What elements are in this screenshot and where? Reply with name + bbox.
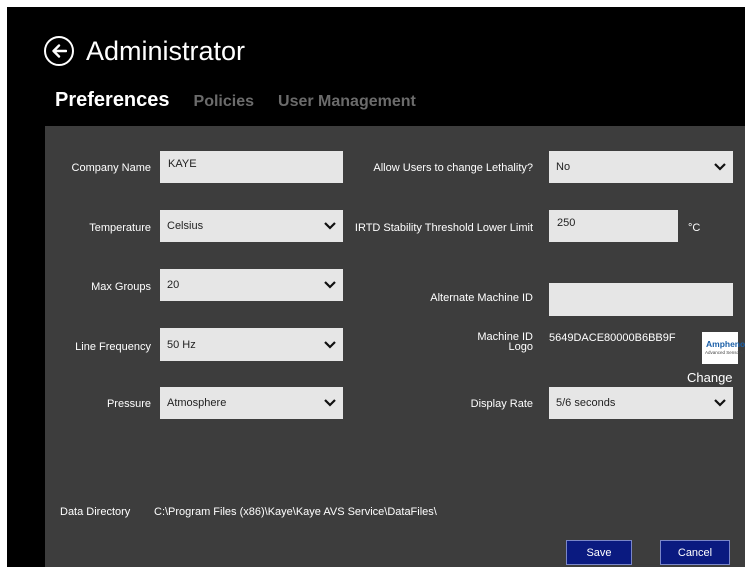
tab-bar: Preferences Policies User Management [55,89,440,112]
logo-brand: Amphenol [706,339,745,349]
temperature-select[interactable]: Celsius [160,210,343,242]
allow-lethality-value: No [556,161,571,173]
max-groups-label: Max Groups [91,281,151,293]
company-name-label: Company Name [71,162,151,174]
line-frequency-select[interactable]: 50 Hz [160,328,343,361]
display-rate-value: 5/6 seconds [556,397,616,409]
chevron-down-icon [324,222,336,230]
temperature-unit: °C [688,222,701,234]
pressure-select[interactable]: Atmosphere [160,387,343,419]
app-window: Administrator Preferences Policies User … [7,7,745,567]
temperature-value: Celsius [167,220,204,232]
allow-lethality-select[interactable]: No [549,151,733,183]
line-frequency-label: Line Frequency [75,341,151,353]
company-name-field[interactable]: KAYE [160,151,343,183]
chevron-down-icon [714,399,726,407]
chevron-down-icon [714,163,726,171]
chevron-down-icon [324,399,336,407]
data-directory-label: Data Directory [60,506,131,518]
line-frequency-value: 50 Hz [167,338,196,351]
alternate-machine-id-label: Alternate Machine ID [430,292,533,304]
machine-id-value: 5649DACE80000B6BB9F [549,332,676,344]
header: Administrator [44,29,245,73]
allow-lethality-label: Allow Users to change Lethality? [373,162,533,174]
tab-preferences[interactable]: Preferences [55,89,170,112]
logo-label: Logo [508,341,533,353]
alternate-machine-id-field[interactable] [549,283,733,316]
page-title: Administrator [86,35,246,66]
chevron-down-icon [324,281,336,289]
max-groups-select[interactable]: 20 [160,269,343,301]
temperature-label: Temperature [89,222,151,234]
company-logo: Amphenol Advanced Sensors [702,332,745,364]
arrow-left-icon [52,44,67,58]
logo-subtitle: Advanced Sensors [705,350,743,355]
display-rate-label: Display Rate [470,398,533,410]
tab-user-management[interactable]: User Management [278,93,416,111]
irtd-threshold-label: IRTD Stability Threshold Lower Limit [354,222,533,234]
display-rate-select[interactable]: 5/6 seconds [549,387,733,419]
pressure-label: Pressure [106,398,151,410]
back-button[interactable] [44,36,74,66]
data-directory-value: C:\Program Files (x86)\Kaye\Kaye AVS Ser… [154,506,437,518]
chevron-down-icon [324,340,336,349]
tab-policies[interactable]: Policies [194,93,254,111]
max-groups-value: 20 [167,279,180,291]
pressure-value: Atmosphere [167,397,227,409]
change-logo-link[interactable]: Change [687,370,733,385]
preferences-panel: Company Name KAYE Temperature Celsius Ma… [45,126,745,567]
irtd-threshold-field[interactable]: 250 [549,210,678,242]
save-button[interactable]: Save [566,540,632,565]
cancel-button[interactable]: Cancel [660,540,730,565]
